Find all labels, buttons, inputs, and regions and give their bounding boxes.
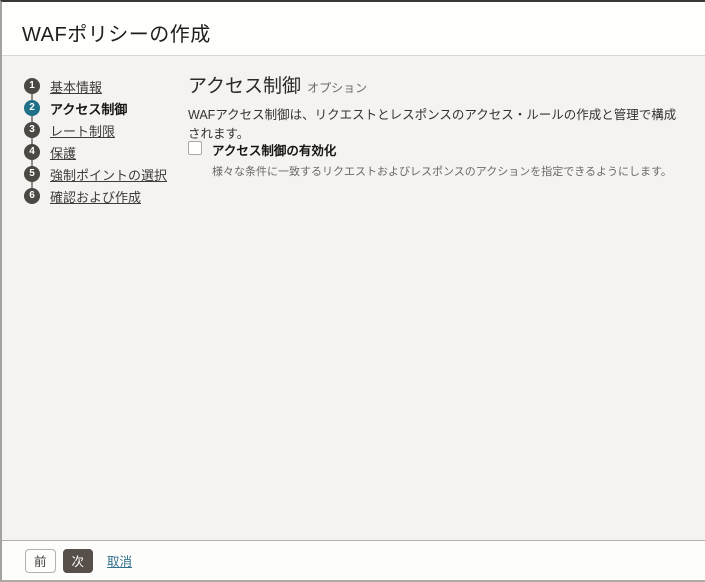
step-link[interactable]: レート制限 <box>50 121 115 140</box>
step-number-badge: 5 <box>24 166 40 182</box>
main-content: アクセス制御オプション WAFアクセス制御は、リクエストとレスポンスのアクセス・… <box>188 57 705 539</box>
step-link[interactable]: 確認および作成 <box>50 187 141 206</box>
wizard-step: 1 基本情報 <box>24 75 102 97</box>
wizard-step: 3 レート制限 <box>24 119 115 141</box>
optional-badge: オプション <box>307 81 367 95</box>
next-button[interactable]: 次 <box>63 549 94 573</box>
step-number-badge: 6 <box>24 188 40 204</box>
step-number-badge: 1 <box>24 78 40 94</box>
enable-access-control-helper: 様々な条件に一致するリクエストおよびレスポンスのアクションを指定できるようにしま… <box>212 163 672 179</box>
create-waf-policy-dialog: WAFポリシーの作成 1 基本情報 2 アクセス制御 3 レート制限 4 保護 5 強制ポイントの… <box>0 0 705 582</box>
wizard-step: 5 強制ポイントの選択 <box>24 163 167 185</box>
previous-button[interactable]: 前 <box>25 549 56 573</box>
step-link[interactable]: 強制ポイントの選択 <box>50 165 167 184</box>
wizard-step: 4 保護 <box>24 141 76 163</box>
section-heading-text: アクセス制御 <box>188 76 301 97</box>
step-number-badge: 4 <box>24 144 40 160</box>
wizard-step: 6 確認および作成 <box>24 185 141 207</box>
section-heading: アクセス制御オプション <box>188 71 367 98</box>
step-link: アクセス制御 <box>50 99 127 118</box>
step-number-badge: 2 <box>24 100 40 116</box>
enable-access-control-label[interactable]: アクセス制御の有効化 <box>212 140 672 159</box>
step-number-badge: 3 <box>24 122 40 138</box>
step-link[interactable]: 基本情報 <box>50 77 102 96</box>
section-description: WAFアクセス制御は、リクエストとレスポンスのアクセス・ルールの作成と管理で構成… <box>188 104 688 142</box>
checkbox-texts: アクセス制御の有効化 様々な条件に一致するリクエストおよびレスポンスのアクション… <box>212 140 672 179</box>
wizard-step: 2 アクセス制御 <box>24 97 127 119</box>
cancel-link[interactable]: 取消 <box>107 551 132 570</box>
dialog-header: WAFポリシーの作成 <box>2 2 705 56</box>
enable-access-control-row: アクセス制御の有効化 様々な条件に一致するリクエストおよびレスポンスのアクション… <box>188 140 672 179</box>
enable-access-control-checkbox[interactable] <box>188 141 202 155</box>
dialog-footer: 前 次 取消 <box>2 540 705 580</box>
page-title: WAFポリシーの作成 <box>22 18 211 47</box>
step-link[interactable]: 保護 <box>50 143 76 162</box>
